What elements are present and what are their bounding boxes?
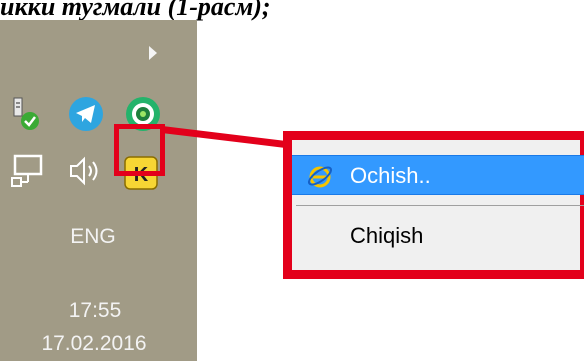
lan-network-icon[interactable] [9, 153, 49, 189]
system-tray: K ENG 17:55 17.02.2016 [0, 20, 197, 361]
telegram-icon[interactable] [67, 95, 105, 133]
caption-text: икки тугмали (1-расм); [0, 0, 271, 21]
internet-explorer-icon [307, 166, 333, 188]
menu-item-quit-label: Chiqish [350, 223, 424, 248]
volume-icon[interactable] [68, 155, 102, 187]
menu-item-quit[interactable]: Chiqish [292, 216, 584, 256]
network-status-icon[interactable] [8, 94, 44, 134]
clock-date[interactable]: 17.02.2016 [9, 332, 179, 356]
context-menu-callout: Ochish.. Chiqish [283, 131, 584, 279]
menu-item-open[interactable]: Ochish.. [292, 155, 584, 195]
highlight-box [114, 124, 165, 176]
show-hidden-icons-arrow-icon[interactable] [149, 46, 157, 60]
language-indicator[interactable]: ENG [58, 225, 128, 249]
menu-separator [296, 205, 584, 206]
clock-time[interactable]: 17:55 [30, 299, 160, 323]
menu-item-open-label: Ochish.. [350, 163, 431, 188]
